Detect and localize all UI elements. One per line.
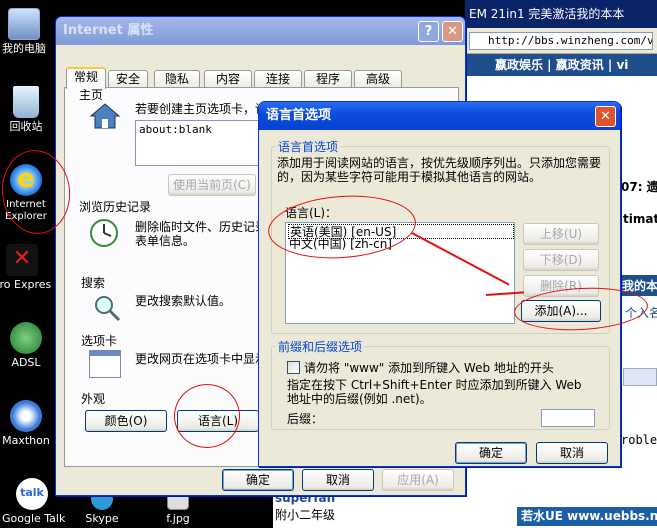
desktop-icon-label: ADSL — [11, 356, 41, 369]
move-up-button[interactable]: 上移(U) — [523, 223, 599, 245]
desktop-icon-label: f.jpg — [166, 512, 190, 525]
colors-button[interactable]: 颜色(O) — [85, 410, 167, 432]
help-button[interactable]: ? — [418, 21, 439, 42]
no-www-label[interactable]: 请勿将 "www" 添加到所键入 Web 地址的开头 — [304, 361, 554, 375]
suffix-input[interactable] — [541, 409, 595, 427]
search-description: 更改搜索默认值。 — [135, 294, 232, 308]
appearance-group-label: 外观 — [81, 392, 106, 406]
internet-options-title: Internet 属性 — [56, 17, 465, 45]
desktop-icon-google-talk[interactable]: talk Google Talk — [2, 478, 66, 525]
ctrl-enter-description-line1: 指定在按下 Ctrl+Shift+Enter 时应添加到所键入 Web — [287, 378, 582, 392]
desktop-icon-my-computer[interactable]: 我的电脑 — [0, 8, 54, 55]
tab-privacy[interactable]: 隐私 — [154, 70, 200, 88]
page-text: roble — [621, 433, 657, 447]
desktop-icon-label: Maxthon — [2, 434, 50, 447]
history-icon — [89, 218, 119, 248]
nero-icon: ✕ — [6, 244, 38, 276]
history-description-line2: 表单信息。 — [135, 234, 196, 248]
browser-address-bar: http://bbs.winzheng.com/vi — [465, 28, 657, 54]
search-group-label: 搜索 — [81, 276, 106, 290]
tab-programs[interactable]: 程序 — [304, 70, 352, 88]
page-text: 07: 遗 — [621, 180, 657, 194]
tabs-description: 更改网页在选项卡中显示 — [135, 352, 268, 366]
ok-button[interactable]: 确定 — [222, 469, 294, 491]
desktop-icon-adsl[interactable]: ADSL — [0, 322, 56, 369]
browser-title: EM 21in1 完美激活我的本本 — [465, 0, 657, 28]
history-group-label: 浏览历史记录 — [79, 200, 152, 214]
no-www-checkbox[interactable] — [287, 361, 300, 374]
tab-advanced[interactable]: 高级 — [354, 70, 402, 88]
desktop-icon-label: 我的电脑 — [2, 42, 46, 55]
apply-button[interactable]: 应用(A) — [382, 469, 454, 491]
close-button[interactable]: ✕ — [595, 106, 616, 127]
ok-button[interactable]: 确定 — [455, 442, 527, 464]
language-dialog-title: 语言首选项 — [259, 102, 620, 130]
maxthon-icon — [10, 400, 42, 432]
address-input[interactable]: http://bbs.winzheng.com/vi — [469, 32, 653, 50]
watermark: 若水UE www.uebbs.net — [517, 507, 657, 526]
tabs-group-label: 选项卡 — [81, 334, 118, 348]
language-description: 添加用于阅读网站的语言，按优先级顺序列出。只添加您需要的，因为某些字符可能用于模… — [277, 156, 602, 184]
desktop-icon-label: ero Expres — [0, 278, 52, 291]
tab-content[interactable]: 内容 — [204, 70, 252, 88]
desktop-icon-label: 回收站 — [9, 120, 43, 133]
tab-general[interactable]: 常规 — [66, 67, 106, 89]
tab-security[interactable]: 安全 — [108, 70, 148, 88]
tab-connections[interactable]: 连接 — [254, 70, 302, 88]
suffix-label: 后缀： — [287, 412, 324, 426]
group-title: 前缀和后缀选项 — [278, 340, 363, 354]
desktop-icon-label: Google Talk — [2, 512, 66, 525]
recycle-bin-icon — [13, 86, 39, 118]
page-text: timate — [623, 212, 657, 226]
move-down-button[interactable]: 下移(D) — [523, 249, 599, 271]
group-title: 语言首选项 — [278, 140, 339, 154]
forum-user-rank: 附小二年级 — [275, 508, 336, 522]
desktop-icon-maxthon[interactable]: Maxthon — [0, 400, 56, 447]
search-icon — [93, 294, 121, 322]
language-preference-dialog: 语言首选项 ✕ 语言首选项 添加用于阅读网站的语言，按优先级顺序列出。只添加您需… — [258, 101, 621, 467]
cancel-button[interactable]: 取消 — [302, 469, 374, 491]
gtalk-icon: talk — [16, 478, 48, 510]
desktop-icon-recycle-bin[interactable]: 回收站 — [0, 86, 56, 133]
computer-icon — [8, 8, 40, 40]
desktop-icon-label: Skype — [85, 512, 119, 525]
homepage-icon — [89, 102, 121, 130]
desktop-icon-nero[interactable]: ✕ ero Expres — [0, 244, 52, 291]
network-icon — [10, 322, 42, 354]
media-icon — [623, 368, 657, 386]
use-current-button[interactable]: 使用当前页(C) — [168, 174, 256, 196]
ctrl-enter-description-line2: 地址中的后缀(例如 .net)。 — [287, 392, 432, 406]
browser-nav-bar[interactable]: 嬴政娱乐 | 嬴政资讯 | vi — [465, 54, 657, 76]
close-button[interactable]: ✕ — [442, 21, 463, 42]
homepage-description: 若要创建主页选项卡，请 — [135, 102, 268, 116]
cancel-button[interactable]: 取消 — [536, 442, 608, 464]
tabs-icon — [89, 350, 121, 378]
history-description-line1: 删除临时文件、历史记录 — [135, 220, 268, 234]
